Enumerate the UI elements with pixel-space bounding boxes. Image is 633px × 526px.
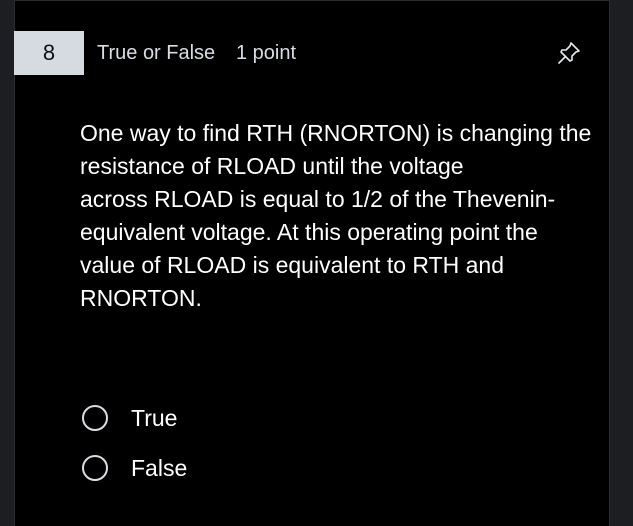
radio-button-false[interactable] (82, 455, 108, 481)
option-true-label[interactable]: True (131, 403, 177, 433)
card-divider (14, 0, 610, 1)
right-panel-edge (609, 0, 633, 526)
option-true[interactable]: True (80, 403, 177, 433)
question-number-badge: 8 (14, 31, 84, 75)
question-text-line: resistance of RLOAD until the voltage (80, 153, 464, 179)
question-text-line: across RLOAD is equal to 1/2 of the Thev… (80, 186, 556, 212)
question-text-line: equivalent voltage. At this operating po… (80, 219, 538, 245)
radio-button-true[interactable] (82, 405, 108, 431)
pin-icon[interactable] (556, 40, 582, 66)
question-text-line: value of RLOAD is equivalent to RTH and (80, 252, 505, 278)
option-false[interactable]: False (80, 453, 187, 483)
quiz-page: 8 True or False 1 point One way to find … (0, 0, 633, 526)
option-false-label[interactable]: False (131, 453, 187, 483)
question-text-line: One way to find RTH (RNORTON) is changin… (80, 120, 592, 146)
question-type-label: True or False (97, 42, 216, 64)
question-points-label: 1 point (236, 42, 297, 64)
question-text: One way to find RTH (RNORTON) is changin… (80, 117, 595, 315)
question-text-line: RNORTON. (80, 285, 202, 311)
